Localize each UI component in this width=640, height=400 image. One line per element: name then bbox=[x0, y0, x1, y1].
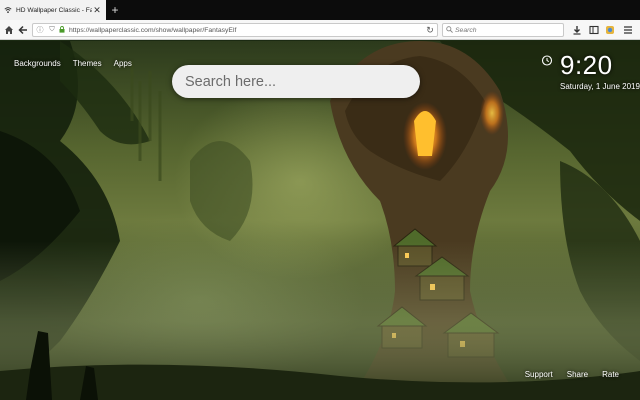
new-tab-page: Backgrounds Themes Apps 9:20 Saturday, 1… bbox=[0, 41, 640, 400]
clock-date: Saturday, 1 June 2019 bbox=[560, 82, 640, 91]
info-icon[interactable]: ⓘ bbox=[35, 25, 45, 35]
hamburger-menu-icon[interactable] bbox=[622, 24, 634, 36]
search-icon bbox=[443, 25, 455, 35]
tab-title: HD Wallpaper Classic - Fantasy Elf bbox=[16, 6, 92, 14]
browser-search-bar[interactable] bbox=[442, 23, 564, 37]
search-box[interactable] bbox=[172, 65, 420, 98]
clock-time: 9:20 bbox=[560, 50, 613, 80]
top-nav-links: Backgrounds Themes Apps bbox=[14, 59, 132, 68]
reload-icon[interactable]: ↻ bbox=[423, 25, 437, 36]
shield-icon[interactable]: ⛉ bbox=[47, 26, 57, 34]
close-tab-icon[interactable]: ✕ bbox=[92, 5, 102, 16]
navigation-bar: ⓘ ⛉ https://wallpaperclassic.com/show/wa… bbox=[0, 20, 640, 40]
extension-icon[interactable] bbox=[604, 24, 616, 36]
wifi-favicon-icon bbox=[4, 7, 12, 13]
reader-view-icon[interactable] bbox=[588, 24, 600, 36]
themes-link[interactable]: Themes bbox=[73, 59, 102, 68]
home-icon[interactable] bbox=[3, 24, 15, 36]
lock-icon[interactable] bbox=[57, 25, 66, 35]
apps-link[interactable]: Apps bbox=[114, 59, 132, 68]
alarm-clock-icon[interactable] bbox=[541, 54, 553, 66]
search-input[interactable] bbox=[172, 65, 420, 98]
address-bar[interactable]: ⓘ ⛉ https://wallpaperclassic.com/show/wa… bbox=[32, 23, 438, 37]
download-icon[interactable] bbox=[571, 24, 583, 36]
url-text[interactable]: https://wallpaperclassic.com/show/wallpa… bbox=[69, 27, 423, 34]
back-arrow-icon[interactable] bbox=[17, 24, 29, 36]
new-tab-button[interactable]: + bbox=[108, 2, 122, 18]
clock-widget: 9:20 Saturday, 1 June 2019 bbox=[540, 50, 640, 95]
backgrounds-link[interactable]: Backgrounds bbox=[14, 59, 61, 68]
browser-tab[interactable]: HD Wallpaper Classic - Fantasy Elf ✕ bbox=[0, 0, 106, 20]
support-link[interactable]: Support bbox=[525, 370, 553, 379]
share-link[interactable]: Share bbox=[567, 370, 588, 379]
browser-search-input[interactable] bbox=[455, 26, 563, 34]
rate-link[interactable]: Rate bbox=[602, 370, 619, 379]
tab-bar: HD Wallpaper Classic - Fantasy Elf ✕ + bbox=[0, 0, 640, 20]
footer-links: Support Share Rate bbox=[525, 370, 619, 379]
